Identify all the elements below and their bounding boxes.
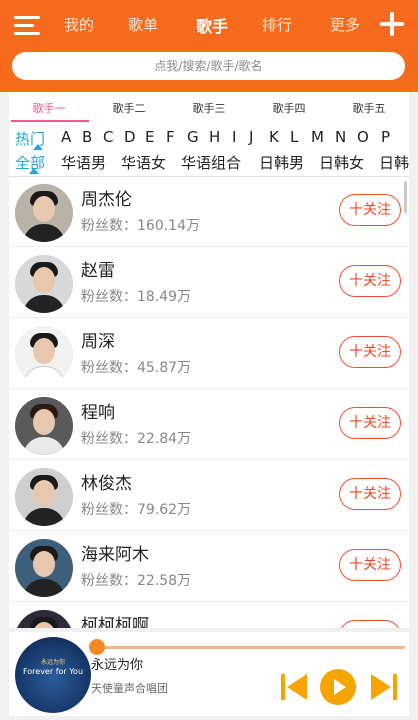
letter-g[interactable]: G xyxy=(187,128,199,146)
song-artist: 天使童声合唱团 xyxy=(91,682,168,695)
follow-button[interactable]: 十关注 xyxy=(339,336,401,368)
letter-k[interactable]: K xyxy=(269,128,279,146)
artist-name: 林俊杰 xyxy=(81,474,132,494)
cover-subtitle: Forever for You xyxy=(22,667,84,676)
artist-name: 周杰伦 xyxy=(81,190,132,210)
avatar xyxy=(15,397,73,455)
follow-button[interactable]: 十关注 xyxy=(339,194,401,226)
avatar xyxy=(15,610,73,628)
follow-button[interactable]: 十关注 xyxy=(339,407,401,439)
follow-button[interactable]: 十关注 xyxy=(339,265,401,297)
avatar xyxy=(15,255,73,313)
subtab-singer-3[interactable]: 歌手三 xyxy=(169,100,249,116)
artist-list[interactable]: 周杰伦 粉丝数：160.14万 十关注 赵雷 粉丝数：18.49万 十关注 周深… xyxy=(9,177,409,628)
scrollbar[interactable] xyxy=(404,181,407,213)
letter-b[interactable]: B xyxy=(82,128,92,146)
header-bar: 我的 歌单 歌手 排行 更多 点我/搜索/歌手/歌名 xyxy=(0,0,418,92)
artist-fans: 粉丝数：22.84万 xyxy=(81,431,192,447)
list-item[interactable]: 赵雷 粉丝数：18.49万 十关注 xyxy=(9,248,409,318)
tab-mine[interactable]: 我的 xyxy=(64,14,94,35)
category-jk-female[interactable]: 日韩女 xyxy=(319,152,364,173)
artist-fans: 粉丝数：79.62万 xyxy=(81,502,192,518)
follow-button[interactable]: 十关注 xyxy=(339,620,401,628)
previous-icon[interactable] xyxy=(279,672,309,702)
artist-name: 程响 xyxy=(81,403,115,423)
subtab-singer-2[interactable]: 歌手二 xyxy=(89,100,169,116)
subtab-singer-5[interactable]: 歌手五 xyxy=(329,100,409,116)
tab-more[interactable]: 更多 xyxy=(330,14,360,35)
avatar xyxy=(15,326,73,384)
artist-fans: 粉丝数：45.87万 xyxy=(81,360,192,376)
subtab-indicator xyxy=(11,120,89,122)
search-input[interactable]: 点我/搜索/歌手/歌名 xyxy=(12,52,405,80)
letter-a[interactable]: A xyxy=(61,128,71,146)
avatar xyxy=(15,539,73,597)
category-pointer xyxy=(29,168,39,174)
category-chinese-group[interactable]: 华语组合 xyxy=(181,152,241,173)
tab-singers[interactable]: 歌手 xyxy=(196,13,228,37)
top-nav: 我的 歌单 歌手 排行 更多 xyxy=(0,0,418,50)
category-chinese-male[interactable]: 华语男 xyxy=(61,152,106,173)
letter-e[interactable]: E xyxy=(145,128,154,146)
next-icon[interactable] xyxy=(369,672,399,702)
list-item[interactable]: 程响 粉丝数：22.84万 十关注 xyxy=(9,390,409,460)
list-item[interactable]: 周杰伦 粉丝数：160.14万 十关注 xyxy=(9,177,409,247)
artist-name: 海来阿木 xyxy=(81,545,149,565)
tab-charts[interactable]: 排行 xyxy=(262,14,292,35)
letter-pointer xyxy=(33,144,43,150)
category-chinese-female[interactable]: 华语女 xyxy=(121,152,166,173)
subtab-singer-4[interactable]: 歌手四 xyxy=(249,100,329,116)
letter-f[interactable]: F xyxy=(166,128,175,146)
list-item[interactable]: 柯柯柯啊 十关注 xyxy=(9,603,409,628)
album-cover[interactable]: 永远为你 Forever for You xyxy=(15,637,91,713)
category-jk[interactable]: 日韩 xyxy=(379,152,409,173)
mini-player[interactable]: 永远为你 Forever for You 永远为你 天使童声合唱团 xyxy=(9,632,409,716)
letter-m[interactable]: M xyxy=(311,128,324,146)
letter-n[interactable]: N xyxy=(335,128,346,146)
tab-playlists[interactable]: 歌单 xyxy=(128,14,158,35)
list-item[interactable]: 海来阿木 粉丝数：22.58万 十关注 xyxy=(9,532,409,602)
follow-button[interactable]: 十关注 xyxy=(339,549,401,581)
artist-name: 周深 xyxy=(81,332,115,352)
artist-name: 柯柯柯啊 xyxy=(81,616,149,628)
letter-l[interactable]: L xyxy=(290,128,298,146)
letter-d[interactable]: D xyxy=(124,128,136,146)
list-item[interactable]: 林俊杰 粉丝数：79.62万 十关注 xyxy=(9,461,409,531)
letter-c[interactable]: C xyxy=(103,128,113,146)
subtab-singer-1[interactable]: 歌手一 xyxy=(9,100,89,116)
letter-o[interactable]: O xyxy=(357,128,369,146)
cover-title: 永远为你 xyxy=(40,659,65,666)
artist-fans: 粉丝数：18.49万 xyxy=(81,289,192,305)
add-icon[interactable] xyxy=(380,12,404,36)
play-icon[interactable] xyxy=(320,669,356,705)
list-item[interactable]: 周深 粉丝数：45.87万 十关注 xyxy=(9,319,409,389)
letter-h[interactable]: H xyxy=(209,128,220,146)
song-title: 永远为你 xyxy=(91,658,144,673)
menu-icon[interactable] xyxy=(14,16,40,36)
progress-knob[interactable] xyxy=(89,639,105,655)
singer-panel: 歌手一 歌手二 歌手三 歌手四 歌手五 热门 A B C D E F G H I… xyxy=(9,92,409,628)
letter-p[interactable]: P xyxy=(381,128,390,146)
letter-j[interactable]: J xyxy=(249,128,253,146)
artist-fans: 粉丝数：160.14万 xyxy=(81,218,200,234)
category-jk-male[interactable]: 日韩男 xyxy=(259,152,304,173)
subtab-bar: 歌手一 歌手二 歌手三 歌手四 歌手五 xyxy=(9,92,409,122)
avatar xyxy=(15,468,73,526)
avatar xyxy=(15,184,73,242)
follow-button[interactable]: 十关注 xyxy=(339,478,401,510)
artist-fans: 粉丝数：22.58万 xyxy=(81,573,192,589)
progress-bar[interactable] xyxy=(97,646,405,649)
letter-i[interactable]: I xyxy=(232,128,236,146)
artist-name: 赵雷 xyxy=(81,261,115,281)
